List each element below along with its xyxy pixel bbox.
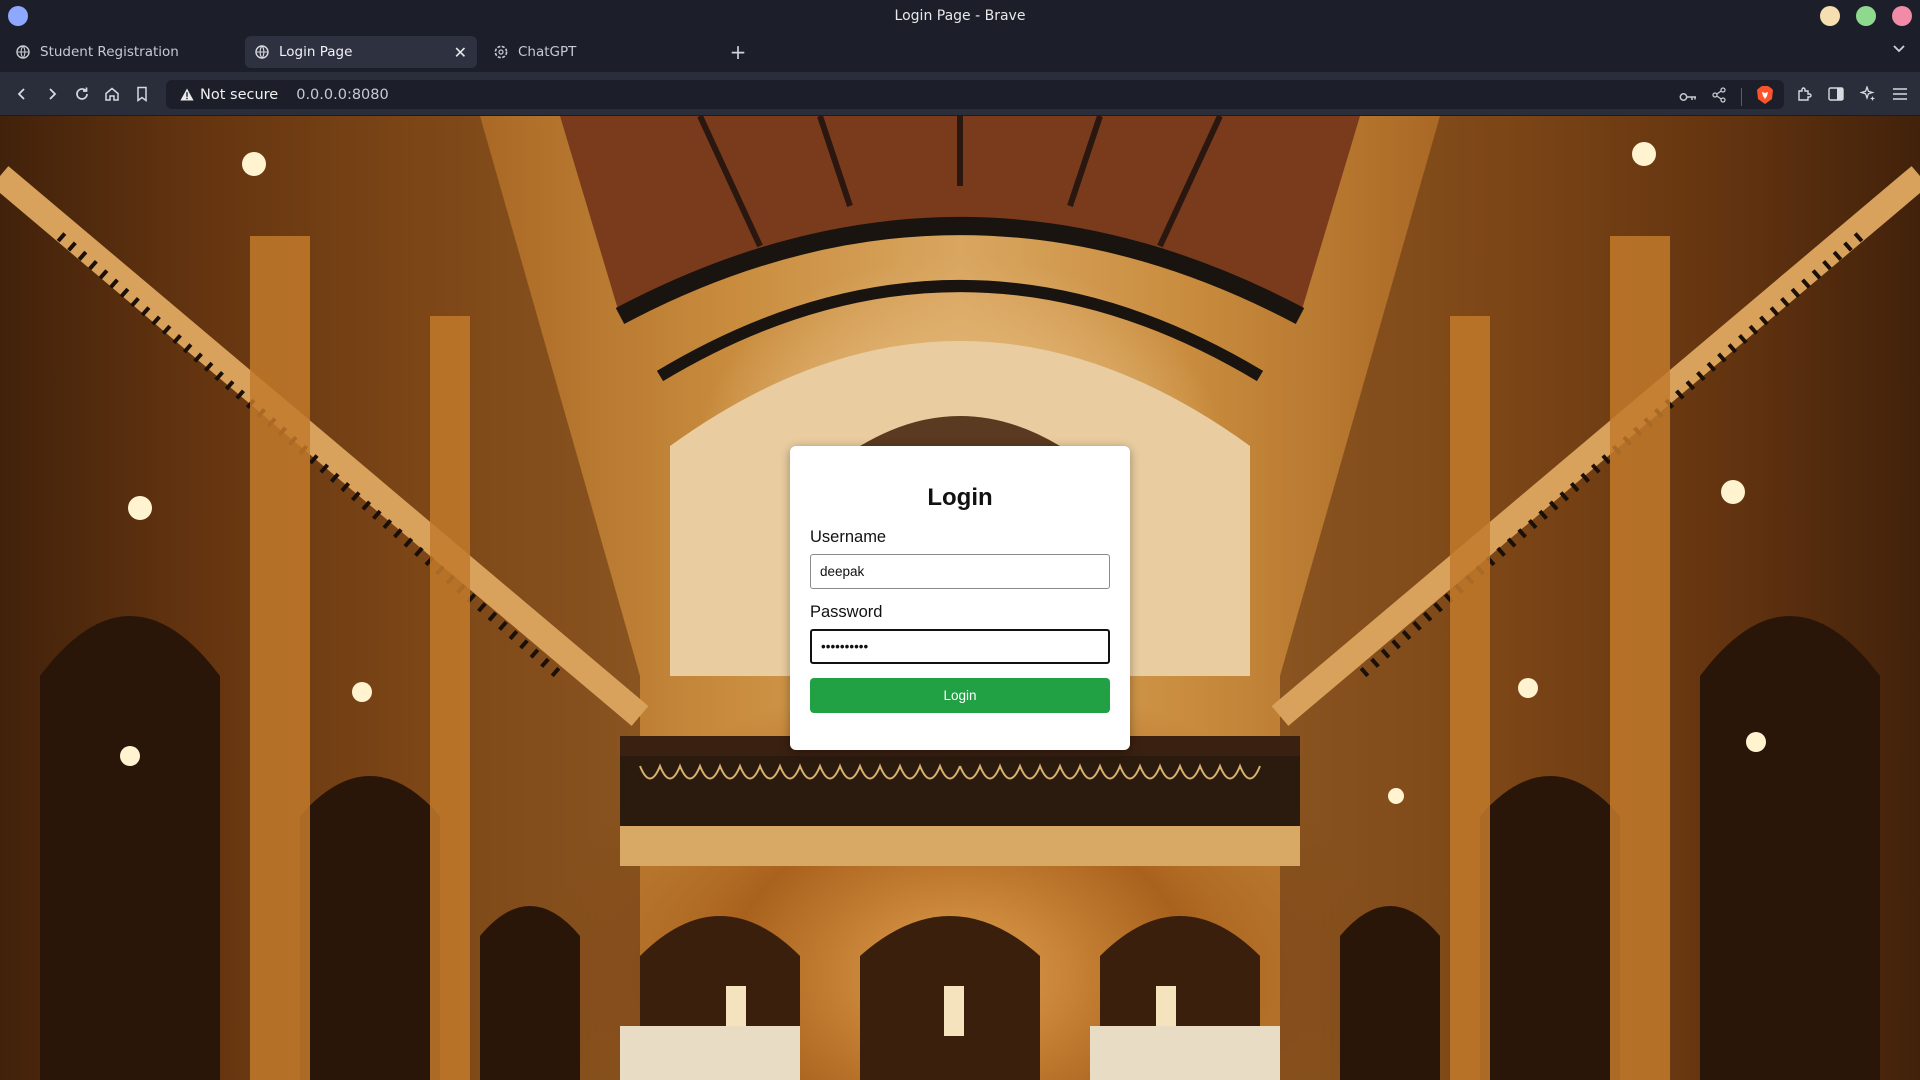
page-viewport: Login Username Password Login [0,116,1920,1080]
security-status-label[interactable]: Not secure [200,87,278,103]
tab-list-chevron-icon[interactable] [1892,42,1906,58]
openai-icon [494,45,508,59]
back-icon[interactable] [12,84,32,104]
sidebar-toggle-icon[interactable] [1826,84,1846,104]
window-controls [1820,6,1912,26]
extensions-icon[interactable] [1794,84,1814,104]
globe-icon [16,45,30,59]
forward-icon[interactable] [42,84,62,104]
warning-icon[interactable] [180,88,194,101]
tab-login-page[interactable]: Login Page ✕ [245,36,477,68]
tab-label: ChatGPT [518,44,577,60]
tab-label: Login Page [279,44,353,60]
url-text[interactable]: 0.0.0.0:8080 [296,87,389,103]
address-bar[interactable]: Not secure 0.0.0.0:8080 [166,80,1784,109]
window-title: Login Page - Brave [894,7,1026,24]
menu-icon[interactable] [1890,84,1910,104]
username-input[interactable] [810,554,1110,589]
login-card: Login Username Password Login [790,446,1130,750]
app-menu-icon[interactable] [8,6,28,26]
login-button[interactable]: Login [810,678,1110,713]
brave-shields-icon[interactable] [1756,85,1774,109]
password-input[interactable] [810,629,1110,664]
toolbar-actions [1794,84,1910,104]
new-tab-button[interactable]: + [728,40,748,64]
password-label: Password [810,603,883,621]
password-key-icon[interactable] [1679,88,1697,107]
tab-label: Student Registration [40,44,179,60]
browser-toolbar: Not secure 0.0.0.0:8080 [0,72,1920,116]
address-bar-actions [1679,85,1774,109]
globe-icon [255,45,269,59]
reload-icon[interactable] [72,84,92,104]
bookmark-icon[interactable] [132,84,152,104]
tab-bar: Student Registration Login Page ✕ ChatGP… [0,31,1920,72]
maximize-button[interactable] [1856,6,1876,26]
tab-chatgpt[interactable]: ChatGPT [484,36,714,68]
tab-student-registration[interactable]: Student Registration [6,36,236,68]
leo-ai-icon[interactable] [1858,84,1878,104]
login-title: Login [927,484,993,511]
home-icon[interactable] [102,84,122,104]
divider [1741,88,1742,106]
close-tab-icon[interactable]: ✕ [454,43,467,62]
username-label: Username [810,528,887,546]
minimize-button[interactable] [1820,6,1840,26]
close-button[interactable] [1892,6,1912,26]
share-icon[interactable] [1711,87,1727,107]
window-titlebar: Login Page - Brave [0,0,1920,31]
